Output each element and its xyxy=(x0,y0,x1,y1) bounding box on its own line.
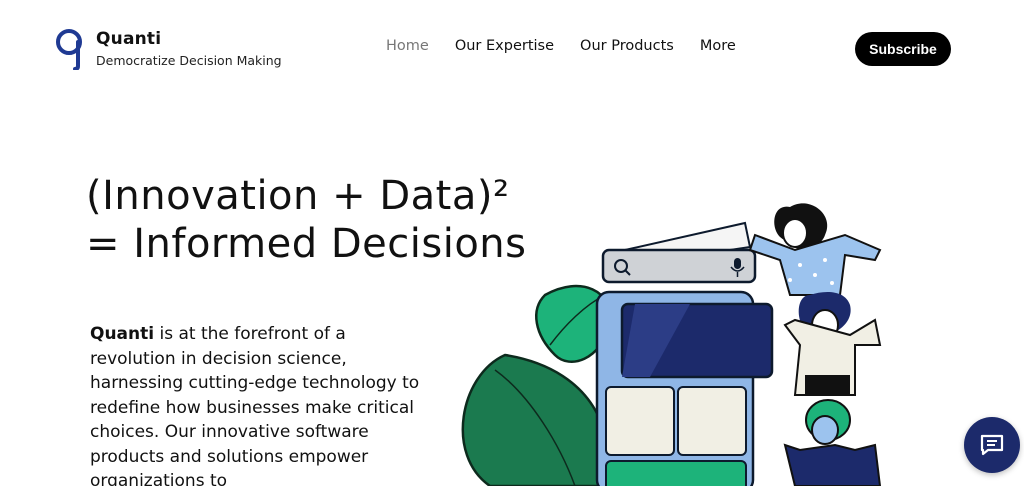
quanti-logo-icon[interactable] xyxy=(52,26,88,70)
leaf-illustration xyxy=(461,284,612,486)
nav-item-our-products[interactable]: Our Products xyxy=(580,38,674,54)
main-nav: Home Our Expertise Our Products More xyxy=(386,38,762,54)
nav-item-our-expertise[interactable]: Our Expertise xyxy=(455,38,554,54)
hero-illustration xyxy=(461,203,882,486)
phone-illustration xyxy=(595,290,774,486)
brand-tagline: Democratize Decision Making xyxy=(96,53,282,68)
site-header: Quanti Democratize Decision Making Home … xyxy=(0,0,1024,100)
brand-name[interactable]: Quanti xyxy=(96,29,161,49)
subscribe-button[interactable]: Subscribe xyxy=(855,32,951,66)
nav-item-more[interactable]: More xyxy=(700,38,736,54)
chat-icon xyxy=(980,434,1004,456)
hero-description: Quanti is at the forefront of a revoluti… xyxy=(90,322,420,486)
hero-description-text: is at the forefront of a revolution in d… xyxy=(90,324,420,486)
search-bar-illustration xyxy=(601,221,757,284)
hero-description-brand: Quanti xyxy=(90,324,155,344)
nav-item-home[interactable]: Home xyxy=(386,38,429,54)
chat-button[interactable] xyxy=(964,417,1020,473)
